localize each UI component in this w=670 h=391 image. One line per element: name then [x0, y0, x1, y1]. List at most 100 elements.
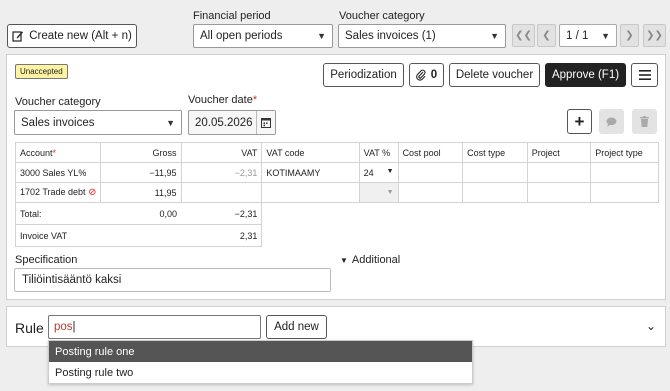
- additional-label: Additional: [351, 254, 401, 266]
- total-gross: 0,00: [100, 202, 181, 225]
- paperclip-icon: [415, 69, 426, 81]
- voucher-category-filter-select[interactable]: Sales invoices (1) ▼: [338, 24, 506, 48]
- voucher-category-filter-value: Sales invoices (1): [345, 30, 436, 42]
- rule-suggestions-dropdown: Posting rule one Posting rule two: [48, 340, 473, 384]
- specification-label: Specification: [15, 254, 78, 266]
- column-header-project: Project: [526, 142, 592, 163]
- invoice-vat-row: Invoice VAT 2,31: [14, 224, 659, 247]
- invoice-vat-value: 2,31: [181, 224, 263, 247]
- column-header-cost-pool: Cost pool: [397, 142, 464, 163]
- comment-button[interactable]: [599, 109, 624, 134]
- voucher-date-value: 20.05.2026: [195, 116, 253, 129]
- entries-table: Account* Gross VAT VAT code VAT % Cost p…: [14, 142, 659, 247]
- delete-row-button[interactable]: [632, 109, 657, 134]
- attachments-count: 0: [430, 69, 438, 81]
- periodization-label: Periodization: [330, 69, 397, 81]
- page-value: 1 / 1: [566, 29, 589, 42]
- rule-input[interactable]: pos |: [48, 315, 261, 339]
- chevron-down-icon: ▼: [601, 30, 610, 41]
- suggestion-item[interactable]: Posting rule one: [49, 341, 472, 362]
- invoice-vat-label: Invoice VAT: [14, 224, 101, 247]
- financial-period-select[interactable]: All open periods ▼: [193, 24, 333, 48]
- create-new-label: Create new (Alt + n): [29, 30, 132, 42]
- add-new-rule-button[interactable]: Add new: [266, 315, 327, 339]
- next-page-button[interactable]: ❯: [620, 24, 639, 47]
- chevron-down-icon: ▼: [166, 117, 175, 128]
- caret-down-icon: ▼: [340, 255, 348, 265]
- vat-pct-cell: ▼: [358, 182, 399, 203]
- total-label: Total:: [14, 202, 101, 225]
- total-vat: −2,31: [181, 202, 263, 225]
- suggestion-item[interactable]: Posting rule two: [49, 362, 472, 383]
- cost-type-cell[interactable]: [462, 182, 528, 203]
- chevron-left-icon: ❮: [542, 30, 551, 41]
- table-row[interactable]: 3000 Sales YL% −11,95 −2,31 KOTIMAAMY 24…: [14, 162, 659, 183]
- column-header-project-type: Project type: [590, 142, 659, 163]
- collapse-chevron-icon[interactable]: ⌄: [646, 319, 656, 333]
- chevron-down-icon: ▼: [490, 31, 499, 41]
- vat-pct-cell[interactable]: 24 ▼: [358, 162, 399, 183]
- page-select[interactable]: 1 / 1 ▼: [559, 24, 617, 47]
- project-type-cell[interactable]: [590, 182, 659, 203]
- add-row-button[interactable]: +: [567, 109, 592, 134]
- double-chevron-right-icon: ❯❯: [646, 30, 663, 41]
- account-cell[interactable]: 1702 Trade debt ⊘: [14, 182, 102, 203]
- calendar-icon[interactable]: [256, 111, 275, 134]
- cost-type-cell[interactable]: [462, 162, 528, 183]
- column-header-cost-type: Cost type: [462, 142, 528, 163]
- project-cell[interactable]: [526, 162, 592, 183]
- voucher-category-filter-label: Voucher category: [339, 10, 425, 22]
- chevron-down-icon: ▼: [386, 167, 394, 175]
- specification-input[interactable]: Tiliöintisääntö kaksi: [14, 268, 331, 292]
- gross-cell[interactable]: 11,95: [100, 182, 182, 203]
- financial-period-label: Financial period: [193, 10, 271, 22]
- unlink-icon[interactable]: ⊘: [88, 187, 96, 198]
- status-badge: Unaccepted: [15, 64, 68, 79]
- column-header-vat-code: VAT code: [261, 142, 360, 163]
- plus-icon: +: [574, 112, 585, 131]
- project-cell[interactable]: [526, 182, 592, 203]
- delete-voucher-button[interactable]: Delete voucher: [449, 63, 540, 87]
- first-page-button[interactable]: ❮❮: [512, 24, 535, 47]
- column-header-vat-pct: VAT %: [358, 142, 399, 163]
- approve-label: Approve (F1): [551, 69, 620, 81]
- vat-cell: −2,31: [180, 162, 263, 183]
- create-new-button[interactable]: Create new (Alt + n): [7, 24, 137, 48]
- table-row[interactable]: 1702 Trade debt ⊘ 11,95 ▼: [14, 182, 659, 203]
- financial-period-value: All open periods: [200, 30, 283, 42]
- double-chevron-left-icon: ❮❮: [515, 30, 532, 41]
- vat-cell: [180, 182, 263, 203]
- approve-button[interactable]: Approve (F1): [545, 63, 626, 87]
- last-page-button[interactable]: ❯❯: [643, 24, 666, 47]
- cost-pool-cell[interactable]: [397, 162, 464, 183]
- voucher-category-label: Voucher category: [15, 96, 101, 108]
- vat-code-cell[interactable]: [261, 182, 360, 203]
- column-header-gross: Gross: [100, 142, 182, 163]
- voucher-category-select[interactable]: Sales invoices ▼: [14, 110, 182, 135]
- cost-pool-cell[interactable]: [397, 182, 464, 203]
- periodization-button[interactable]: Periodization: [323, 63, 404, 87]
- delete-voucher-label: Delete voucher: [455, 69, 534, 81]
- chevron-right-icon: ❯: [625, 30, 634, 41]
- column-header-account: Account*: [14, 142, 102, 163]
- column-header-vat: VAT: [180, 142, 263, 163]
- more-menu-button[interactable]: [631, 63, 658, 87]
- chevron-down-icon: ▼: [386, 189, 394, 196]
- rule-input-value: pos: [54, 321, 73, 333]
- table-header-row: Account* Gross VAT VAT code VAT % Cost p…: [14, 142, 659, 163]
- attachments-button[interactable]: 0: [409, 63, 444, 87]
- comment-icon: [606, 117, 617, 127]
- account-cell[interactable]: 3000 Sales YL%: [14, 162, 102, 183]
- trash-icon: [640, 116, 649, 127]
- total-row: Total: 0,00 −2,31: [14, 202, 659, 225]
- additional-toggle[interactable]: ▼ Additional: [340, 254, 400, 266]
- voucher-category-value: Sales invoices: [21, 116, 95, 129]
- voucher-date-label: Voucher date*: [188, 94, 258, 106]
- prev-page-button[interactable]: ❮: [537, 24, 556, 47]
- gross-cell[interactable]: −11,95: [100, 162, 182, 183]
- project-type-cell[interactable]: [590, 162, 659, 183]
- vat-code-cell[interactable]: KOTIMAAMY: [261, 162, 360, 183]
- rule-label: Rule: [15, 320, 44, 336]
- hamburger-menu-icon: [638, 70, 651, 80]
- specification-value: Tiliöintisääntö kaksi: [22, 274, 122, 286]
